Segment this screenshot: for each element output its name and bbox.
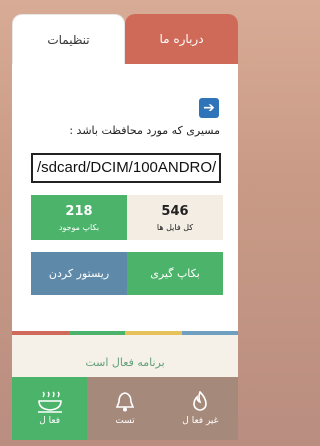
fire-icon — [193, 391, 208, 411]
settings-card: ➔ مسیری که مورد محافظت باشد : /sdcard/DC… — [12, 64, 238, 440]
tab-settings[interactable]: تنظیمات — [12, 14, 125, 64]
tab-about-label: درباره ما — [159, 32, 204, 46]
bell-icon — [115, 392, 135, 412]
nav-inactive-label: غیر فعا ل — [182, 416, 219, 426]
path-input[interactable]: /sdcard/DCIM/100ANDRO/ — [31, 153, 221, 183]
nav-test[interactable]: تست — [87, 377, 163, 440]
tab-bar: تنظیمات درباره ما — [12, 14, 238, 64]
stripe-yellow — [125, 331, 182, 335]
nav-active-label: فعا ل — [39, 416, 61, 426]
nav-test-label: تست — [115, 416, 135, 426]
dish-icon — [37, 391, 62, 413]
bottom-nav: فعا ل تست غیر فعا ل — [12, 377, 238, 440]
nav-active[interactable]: فعا ل — [12, 377, 88, 440]
total-files-label: کل فایل ها — [156, 222, 194, 232]
stripe-green — [68, 331, 125, 335]
stripe-blue — [181, 331, 238, 335]
status-text: برنامه فعال است — [85, 356, 165, 369]
stripe-red — [12, 331, 69, 335]
total-files-count: 546 — [161, 203, 189, 219]
path-label: مسیری که مورد محافظت باشد : — [69, 124, 220, 137]
color-stripe-divider — [12, 331, 238, 335]
restore-button[interactable]: ریستور کردن — [31, 252, 127, 295]
available-backups-stat: 218 بکاپ موجود — [31, 195, 127, 240]
total-files-stat: 546 کل فایل ها — [127, 195, 223, 240]
nav-inactive[interactable]: غیر فعا ل — [162, 377, 238, 440]
backup-button[interactable]: بکاپ گیری — [127, 252, 223, 295]
main-panel: تنظیمات درباره ما ➔ مسیری که مورد محافظت… — [12, 14, 238, 440]
available-backups-label: بکاپ موجود — [58, 222, 100, 232]
arrow-right-icon[interactable]: ➔ — [199, 98, 219, 118]
tab-about[interactable]: درباره ما — [125, 14, 238, 64]
available-backups-count: 218 — [65, 203, 93, 219]
tab-settings-label: تنظیمات — [47, 32, 90, 47]
